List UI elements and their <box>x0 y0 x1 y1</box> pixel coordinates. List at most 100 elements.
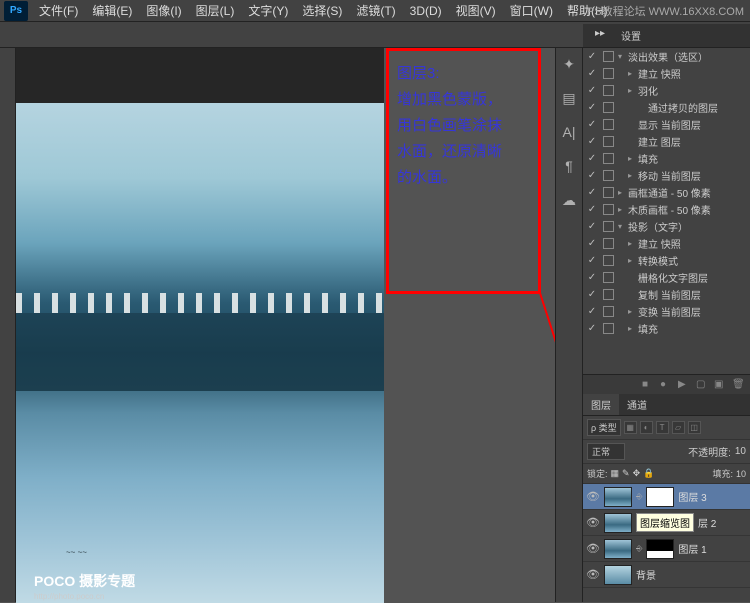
disclosure-icon[interactable]: ▸ <box>618 188 626 197</box>
action-toggle-icon[interactable]: ✓ <box>585 187 599 198</box>
menu-edit[interactable]: 编辑(E) <box>85 0 139 22</box>
action-item[interactable]: ✓通过拷贝的图层 <box>583 99 750 116</box>
settings-tab[interactable]: 设置 <box>617 27 645 44</box>
filter-type-icon[interactable]: T <box>656 421 669 434</box>
action-dialog-icon[interactable] <box>603 289 614 300</box>
lock-all-icon[interactable]: 🔒 <box>643 468 654 479</box>
action-item[interactable]: ✓▸画框通道 - 50 像素 <box>583 184 750 201</box>
panel-expand-icon[interactable]: ▸▸ <box>591 27 609 44</box>
visibility-icon[interactable]: 👁 <box>586 568 600 581</box>
action-dialog-icon[interactable] <box>603 306 614 317</box>
action-item[interactable]: ✓▸建立 快照 <box>583 65 750 82</box>
tools-panel[interactable] <box>0 48 16 602</box>
action-item[interactable]: ✓▸转换模式 <box>583 252 750 269</box>
action-dialog-icon[interactable] <box>603 68 614 79</box>
action-toggle-icon[interactable]: ✓ <box>585 51 599 62</box>
action-item[interactable]: ✓▾淡出效果（选区） <box>583 48 750 65</box>
action-toggle-icon[interactable]: ✓ <box>585 289 599 300</box>
opacity-value[interactable]: 10 <box>735 446 746 457</box>
layer-row[interactable]: 👁⎆图层 1 <box>583 536 750 562</box>
action-item[interactable]: ✓▸建立 快照 <box>583 235 750 252</box>
action-toggle-icon[interactable]: ✓ <box>585 170 599 181</box>
action-dialog-icon[interactable] <box>603 102 614 113</box>
disclosure-icon[interactable]: ▸ <box>628 69 636 78</box>
layer-row[interactable]: 👁⎆图层 3 <box>583 484 750 510</box>
menu-type[interactable]: 文字(Y) <box>241 0 295 22</box>
action-toggle-icon[interactable]: ✓ <box>585 255 599 266</box>
play-icon[interactable]: ▶ <box>678 379 690 391</box>
filter-adjust-icon[interactable]: ◐ <box>640 421 653 434</box>
character-icon[interactable]: A| <box>561 124 577 140</box>
action-item[interactable]: ✓▸填充 <box>583 150 750 167</box>
action-item[interactable]: ✓▸木质画框 - 50 像素 <box>583 201 750 218</box>
action-toggle-icon[interactable]: ✓ <box>585 306 599 317</box>
record-icon[interactable]: ● <box>660 379 672 391</box>
disclosure-icon[interactable]: ▸ <box>628 307 636 316</box>
action-dialog-icon[interactable] <box>603 204 614 215</box>
menu-select[interactable]: 选择(S) <box>295 0 349 22</box>
action-toggle-icon[interactable]: ✓ <box>585 68 599 79</box>
link-icon[interactable]: ⎆ <box>636 544 642 554</box>
action-dialog-icon[interactable] <box>603 119 614 130</box>
action-toggle-icon[interactable]: ✓ <box>585 136 599 147</box>
visibility-icon[interactable]: 👁 <box>586 490 600 503</box>
menu-file[interactable]: 文件(F) <box>32 0 85 22</box>
visibility-icon[interactable]: 👁 <box>586 516 600 529</box>
history-icon[interactable]: ✦ <box>561 56 577 72</box>
action-toggle-icon[interactable]: ✓ <box>585 85 599 96</box>
action-dialog-icon[interactable] <box>603 221 614 232</box>
disclosure-icon[interactable]: ▸ <box>628 324 636 333</box>
menu-window[interactable]: 窗口(W) <box>503 0 560 22</box>
menu-filter[interactable]: 滤镜(T) <box>349 0 402 22</box>
lock-position-icon[interactable]: ✥ <box>633 468 641 479</box>
layers-tab[interactable]: 图层 <box>583 394 619 415</box>
disclosure-icon[interactable]: ▸ <box>628 86 636 95</box>
action-dialog-icon[interactable] <box>603 187 614 198</box>
disclosure-icon[interactable]: ▸ <box>628 154 636 163</box>
menu-3d[interactable]: 3D(D) <box>403 1 449 21</box>
action-item[interactable]: ✓▸变换 当前图层 <box>583 303 750 320</box>
action-dialog-icon[interactable] <box>603 255 614 266</box>
layer-row[interactable]: 👁背景 <box>583 562 750 588</box>
stop-icon[interactable]: ■ <box>642 379 654 391</box>
disclosure-icon[interactable]: ▸ <box>618 205 626 214</box>
blend-mode-select[interactable]: 正常 <box>587 443 625 460</box>
libraries-icon[interactable]: ☁ <box>561 192 577 208</box>
channels-tab[interactable]: 通道 <box>619 394 655 415</box>
layer-thumbnail[interactable] <box>604 539 632 559</box>
action-toggle-icon[interactable]: ✓ <box>585 272 599 283</box>
action-item[interactable]: ✓▾投影（文字） <box>583 218 750 235</box>
disclosure-icon[interactable]: ▾ <box>618 222 626 231</box>
swatches-icon[interactable]: ▤ <box>561 90 577 106</box>
action-dialog-icon[interactable] <box>603 153 614 164</box>
action-toggle-icon[interactable]: ✓ <box>585 238 599 249</box>
canvas[interactable]: ~~ ~~ POCO 摄影专题 http://photo.poco.cn <box>16 48 384 602</box>
disclosure-icon[interactable]: ▾ <box>618 52 626 61</box>
action-toggle-icon[interactable]: ✓ <box>585 102 599 113</box>
visibility-icon[interactable]: 👁 <box>586 542 600 555</box>
menu-layer[interactable]: 图层(L) <box>189 0 242 22</box>
action-item[interactable]: ✓栅格化文字图层 <box>583 269 750 286</box>
layer-thumbnail[interactable] <box>604 513 632 533</box>
menu-view[interactable]: 视图(V) <box>449 0 503 22</box>
layer-thumbnail[interactable] <box>604 487 632 507</box>
filter-type-select[interactable]: ρ 类型 <box>587 419 621 436</box>
layer-row[interactable]: 👁图层缩览图层 2 <box>583 510 750 536</box>
action-item[interactable]: ✓建立 图层 <box>583 133 750 150</box>
trash-icon[interactable]: 🗑 <box>732 379 744 391</box>
disclosure-icon[interactable]: ▸ <box>628 171 636 180</box>
paragraph-icon[interactable]: ¶ <box>561 158 577 174</box>
action-item[interactable]: ✓显示 当前图层 <box>583 116 750 133</box>
lock-transparent-icon[interactable]: ▦ <box>611 468 620 479</box>
action-toggle-icon[interactable]: ✓ <box>585 323 599 334</box>
filter-smart-icon[interactable]: ◫ <box>688 421 701 434</box>
lock-pixel-icon[interactable]: ✎ <box>622 468 630 479</box>
action-dialog-icon[interactable] <box>603 170 614 181</box>
action-item[interactable]: ✓▸羽化 <box>583 82 750 99</box>
menu-image[interactable]: 图像(I) <box>139 0 188 22</box>
disclosure-icon[interactable]: ▸ <box>628 256 636 265</box>
action-dialog-icon[interactable] <box>603 51 614 62</box>
action-toggle-icon[interactable]: ✓ <box>585 221 599 232</box>
action-dialog-icon[interactable] <box>603 238 614 249</box>
layer-thumbnail[interactable] <box>604 565 632 585</box>
